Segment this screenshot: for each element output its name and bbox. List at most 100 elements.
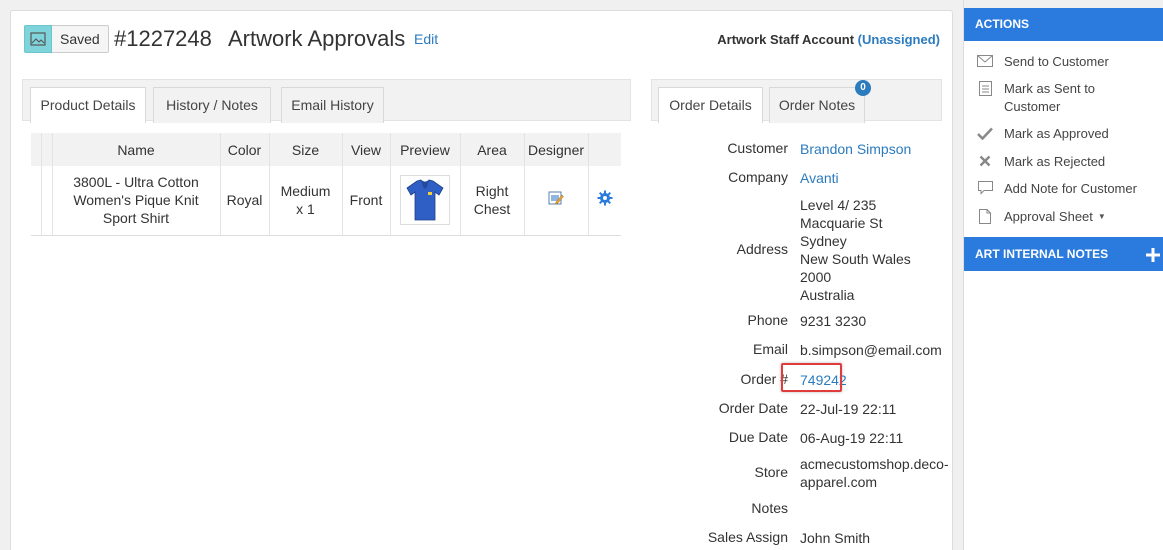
column-header-select	[41, 133, 53, 166]
due-date-value: 06-Aug-19 22:11	[800, 430, 904, 446]
column-header-view: View	[342, 133, 391, 166]
main-panel: Saved #1227248 Artwork Approvals Edit Ar…	[10, 10, 953, 550]
customer-link[interactable]: Brandon Simpson	[800, 140, 911, 158]
page-title: Artwork Approvals	[228, 26, 406, 51]
tab-order-notes[interactable]: Order Notes 0	[769, 80, 871, 123]
address-line: Australia	[800, 287, 855, 303]
address-line: Level 4/ 235	[800, 197, 877, 213]
action-add-note[interactable]: Add Note for Customer	[976, 180, 1137, 198]
tab-product-details[interactable]: Product Details	[30, 87, 146, 123]
action-mark-sent[interactable]: Mark as Sent to Customer	[976, 80, 1095, 116]
tab-order-notes-label: Order Notes	[778, 97, 856, 113]
action-label: Send to Customer	[1004, 54, 1109, 69]
order-date-value: 22-Jul-19 22:11	[800, 401, 897, 417]
action-mark-approved[interactable]: Mark as Approved	[976, 125, 1109, 143]
sales-assign-label: Sales Assign	[707, 529, 788, 545]
store-label: Store	[754, 464, 788, 480]
action-mark-rejected[interactable]: Mark as Rejected	[976, 153, 1105, 171]
cell-name: 3800L - Ultra Cotton Women's Pique Knit …	[52, 166, 221, 236]
action-label: Mark as Sent to	[1004, 81, 1096, 96]
actions-header: ACTIONS	[964, 8, 1163, 41]
phone-value: 9231 3230	[800, 313, 867, 329]
cell-view: Front	[342, 166, 391, 236]
designer-edit-icon[interactable]	[548, 190, 564, 210]
order-tabs: Order Details Order Notes 0	[651, 79, 942, 123]
column-header-name: Name	[52, 133, 221, 166]
due-date-label: Due Date	[728, 429, 788, 445]
document-icon	[976, 80, 994, 96]
customer-label: Customer	[727, 140, 788, 156]
tab-email-history[interactable]: Email History	[281, 87, 384, 123]
art-internal-notes-header: ART INTERNAL NOTES	[964, 237, 1163, 271]
phone-label: Phone	[747, 312, 788, 328]
order-date-label: Order Date	[718, 400, 788, 416]
size-line: x 1	[296, 201, 315, 218]
order-number-highlight	[781, 363, 842, 392]
column-header-settings	[588, 133, 621, 166]
staff-label: Artwork Staff Account	[717, 32, 855, 47]
file-icon	[976, 208, 994, 224]
product-name-line: Sport Shirt	[102, 210, 170, 227]
column-header-area: Area	[460, 133, 525, 166]
area-line: Right	[475, 183, 509, 200]
cell-area: Right Chest	[460, 166, 525, 236]
actions-sidebar: ACTIONS Send to Customer Mark as Sent to…	[963, 0, 1163, 550]
shirt-preview-image[interactable]	[400, 175, 450, 226]
email-label: Email	[752, 341, 788, 357]
address-value: Level 4/ 235 Macquarie St Sydney New Sou…	[800, 196, 911, 304]
sidebar-spacer	[964, 0, 1163, 8]
product-name-line: 3800L - Ultra Cotton	[73, 174, 199, 191]
cell-size: Medium x 1	[269, 166, 343, 236]
order-id: #1227248	[114, 26, 212, 51]
store-value: acmecustomshop.deco- apparel.com	[800, 455, 949, 491]
column-header-designer: Designer	[524, 133, 589, 166]
table-row: 3800L - Ultra Cotton Women's Pique Knit …	[31, 166, 621, 236]
sales-assign-value: John Smith	[800, 530, 871, 546]
image-icon[interactable]	[24, 25, 52, 53]
size-line: Medium	[280, 183, 331, 200]
staff-assign-link[interactable]: (Unassigned)	[858, 32, 940, 47]
add-note-plus-icon[interactable]	[1146, 237, 1160, 271]
address-line: 2000	[800, 269, 832, 285]
saved-status-button[interactable]: Saved	[52, 25, 109, 53]
address-line: Macquarie St	[800, 215, 883, 231]
action-label: Approval Sheet	[1004, 209, 1093, 224]
action-label: Add Note for Customer	[1004, 181, 1137, 196]
chevron-down-icon: ▼	[1097, 212, 1106, 221]
row-handle[interactable]	[31, 166, 42, 236]
envelope-icon	[976, 53, 994, 69]
product-name-line: Women's Pique Knit	[73, 192, 199, 209]
action-label: Mark as Rejected	[1004, 154, 1106, 169]
tab-history-notes[interactable]: History / Notes	[153, 87, 271, 123]
address-line: New South Wales	[800, 251, 911, 267]
table-header-row: Name Color Size View Preview Area Design…	[31, 133, 621, 166]
action-label-cont: Customer	[1004, 99, 1061, 114]
comment-icon	[976, 180, 994, 196]
action-label: Mark as Approved	[1004, 126, 1109, 141]
address-line: Sydney	[800, 233, 847, 249]
action-send-to-customer[interactable]: Send to Customer	[976, 53, 1109, 71]
address-label: Address	[736, 241, 788, 257]
x-icon	[976, 153, 994, 169]
store-line: acmecustomshop.deco-	[800, 456, 949, 472]
page-header: Saved #1227248 Artwork Approvals Edit Ar…	[11, 11, 952, 67]
area-line: Chest	[473, 201, 511, 218]
cell-settings	[588, 166, 621, 236]
staff-account: Artwork Staff Account (Unassigned)	[717, 32, 940, 47]
company-link[interactable]: Avanti	[800, 169, 839, 187]
action-approval-sheet[interactable]: Approval Sheet ▼	[976, 208, 1106, 226]
email-value: b.simpson@email.com	[800, 342, 942, 358]
tab-order-details[interactable]: Order Details	[658, 87, 763, 123]
product-tabs: Product Details History / Notes Email Hi…	[22, 79, 631, 123]
row-select[interactable]	[41, 166, 53, 236]
art-internal-notes-title: ART INTERNAL NOTES	[975, 247, 1109, 261]
notes-label: Notes	[751, 500, 788, 516]
column-header-size: Size	[269, 133, 343, 166]
company-label: Company	[728, 169, 788, 185]
store-line: apparel.com	[800, 474, 878, 490]
gear-icon[interactable]	[597, 190, 613, 210]
cell-color: Royal	[220, 166, 270, 236]
edit-link[interactable]: Edit	[414, 31, 438, 47]
cell-designer	[524, 166, 589, 236]
column-header-preview: Preview	[390, 133, 461, 166]
